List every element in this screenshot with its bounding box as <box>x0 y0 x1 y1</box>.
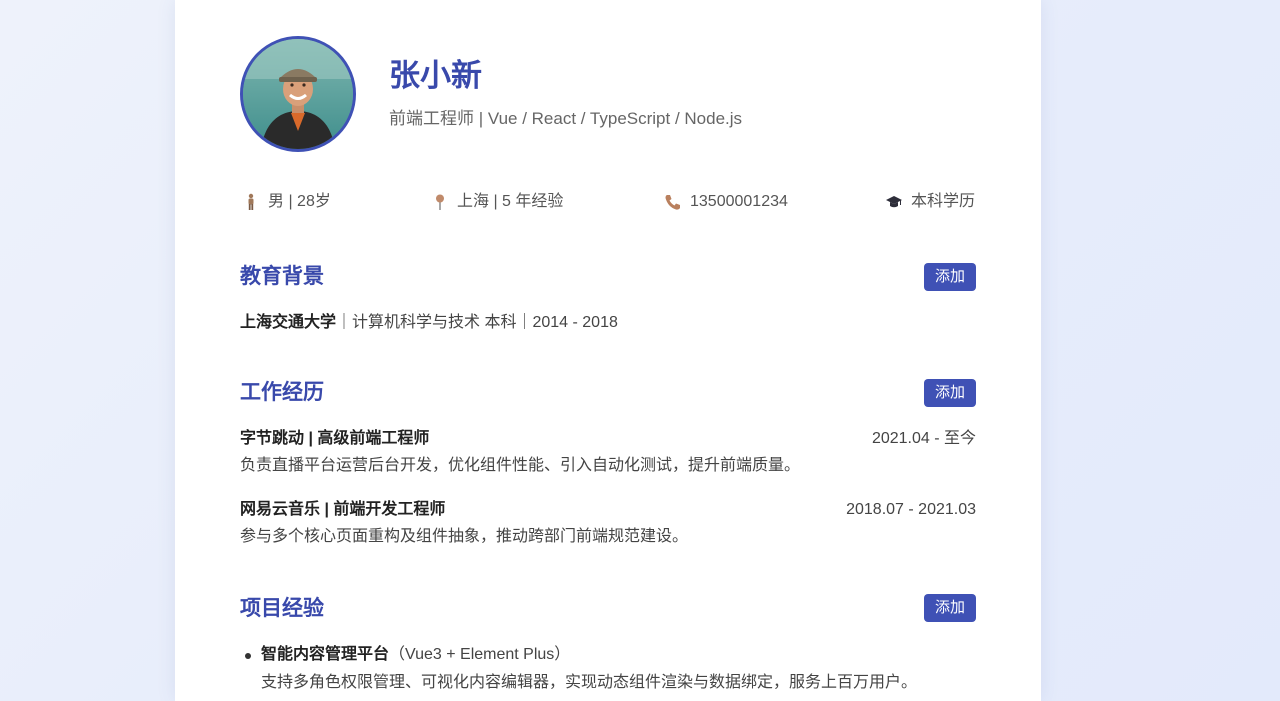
info-location-exp: 上海 | 5 年经验 <box>431 190 563 214</box>
info-degree-text: 本科学历 <box>911 193 976 210</box>
work-item: 字节跳动 | 高级前端工程师 2021.04 - 至今 负责直播平台运营后台开发… <box>240 427 976 483</box>
avatar-photo <box>243 39 353 149</box>
education-details: ｜计算机科学与技术 本科｜2014 - 2018 <box>336 314 618 331</box>
work-item-title: 网易云音乐 | 前端开发工程师 <box>240 501 446 518</box>
add-project-button[interactable]: 添加 <box>924 594 976 622</box>
avatar <box>240 36 356 152</box>
person-icon <box>242 193 260 211</box>
work-item-title: 字节跳动 | 高级前端工程师 <box>240 430 430 447</box>
work-item-desc: 参与多个核心页面重构及组件抽象，推动跨部门前端规范建设。 <box>240 528 689 545</box>
profile-header: 张小新 前端工程师 | Vue / React / TypeScript / N… <box>240 36 976 152</box>
resume-sheet: 张小新 前端工程师 | Vue / React / TypeScript / N… <box>175 0 1041 701</box>
education-entry: 上海交通大学｜计算机科学与技术 本科｜2014 - 2018 <box>240 311 618 335</box>
graduation-cap-icon <box>885 193 903 211</box>
project-title: 智能内容管理平台（Vue3 + Element Plus） <box>261 643 570 667</box>
info-gender-age: 男 | 28岁 <box>242 190 331 214</box>
bullet-dot <box>245 653 251 659</box>
work-item-date: 2021.04 - 至今 <box>871 430 976 447</box>
phone-icon <box>664 193 682 211</box>
add-education-button[interactable]: 添加 <box>924 263 976 291</box>
section-title-work: 工作经历 <box>240 381 324 404</box>
info-gender-age-text: 男 | 28岁 <box>268 193 331 210</box>
basic-info-row: 男 | 28岁 上海 | 5 年经验 13500001234 本科学历 <box>240 190 976 214</box>
project-item: 智能内容管理平台（Vue3 + Element Plus） 支持多角色权限管理、… <box>240 643 976 699</box>
info-phone: 13500001234 <box>664 190 788 214</box>
education-school: 上海交通大学 <box>240 314 337 331</box>
work-item-date: 2018.07 - 2021.03 <box>846 501 976 518</box>
work-item-desc: 负责直播平台运营后台开发，优化组件性能、引入自动化测试，提升前端质量。 <box>240 457 801 474</box>
section-title-projects: 项目经验 <box>240 597 324 620</box>
profile-name: 张小新 <box>389 58 482 93</box>
project-desc: 支持多角色权限管理、可视化内容编辑器，实现动态组件渲染与数据绑定，服务上百万用户… <box>261 674 918 691</box>
project-name: 智能内容管理平台 <box>261 646 390 663</box>
add-work-button[interactable]: 添加 <box>924 379 976 407</box>
info-location-exp-text: 上海 | 5 年经验 <box>457 193 564 210</box>
project-stack: （Vue3 + Element Plus） <box>389 646 571 663</box>
work-item: 网易云音乐 | 前端开发工程师 2018.07 - 2021.03 参与多个核心… <box>240 498 976 554</box>
info-phone-text: 13500001234 <box>690 193 788 210</box>
info-degree: 本科学历 <box>885 190 975 214</box>
pin-icon <box>431 193 449 211</box>
profile-subtitle: 前端工程师 | Vue / React / TypeScript / Node.… <box>389 109 743 128</box>
section-title-education: 教育背景 <box>240 265 324 288</box>
